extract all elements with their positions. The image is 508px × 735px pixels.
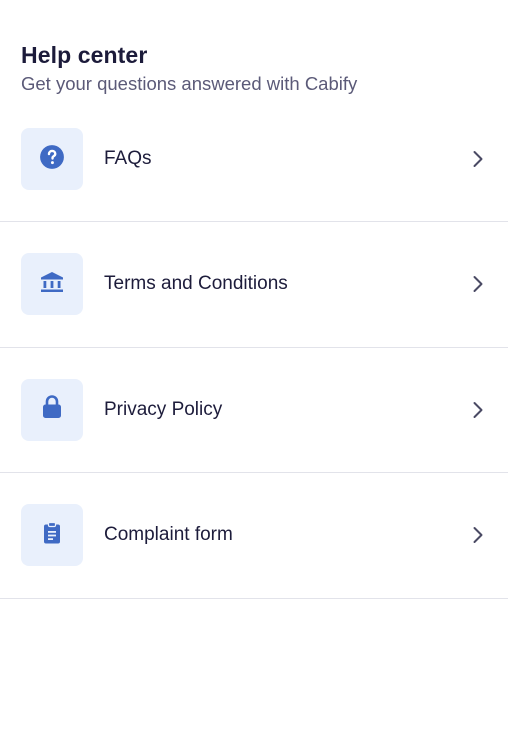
list-item-faqs[interactable]: FAQs	[0, 97, 508, 222]
bank-building-icon	[39, 270, 65, 299]
page-subtitle: Get your questions answered with Cabify	[21, 73, 358, 94]
list-item-label: Terms and Conditions	[104, 273, 288, 295]
list-item-label: Complaint form	[104, 524, 233, 546]
clipboard-icon	[42, 521, 62, 550]
chevron-right-icon	[471, 149, 485, 169]
chevron-right-icon	[471, 400, 485, 420]
icon-tile	[21, 378, 83, 441]
list-item-terms-and-conditions[interactable]: Terms and Conditions	[0, 222, 508, 348]
icon-tile	[21, 253, 83, 316]
list-item-complaint-form[interactable]: Complaint form	[0, 473, 508, 599]
list-item-label: Privacy Policy	[104, 398, 223, 420]
page-title: Help center	[21, 42, 148, 68]
icon-tile	[21, 128, 83, 190]
help-center-screen: Help center Get your questions answered …	[0, 0, 508, 735]
list-item-privacy-policy[interactable]: Privacy Policy	[0, 348, 508, 473]
chevron-right-icon	[471, 525, 485, 545]
lock-icon	[41, 394, 63, 425]
chevron-right-icon	[471, 274, 485, 294]
question-circle-icon	[39, 144, 65, 175]
list-item-label: FAQs	[104, 148, 152, 169]
header: Help center Get your questions answered …	[21, 41, 487, 96]
help-options-list: FAQs Terms and Conditions Privacy Policy…	[0, 97, 508, 599]
icon-tile	[21, 504, 83, 567]
